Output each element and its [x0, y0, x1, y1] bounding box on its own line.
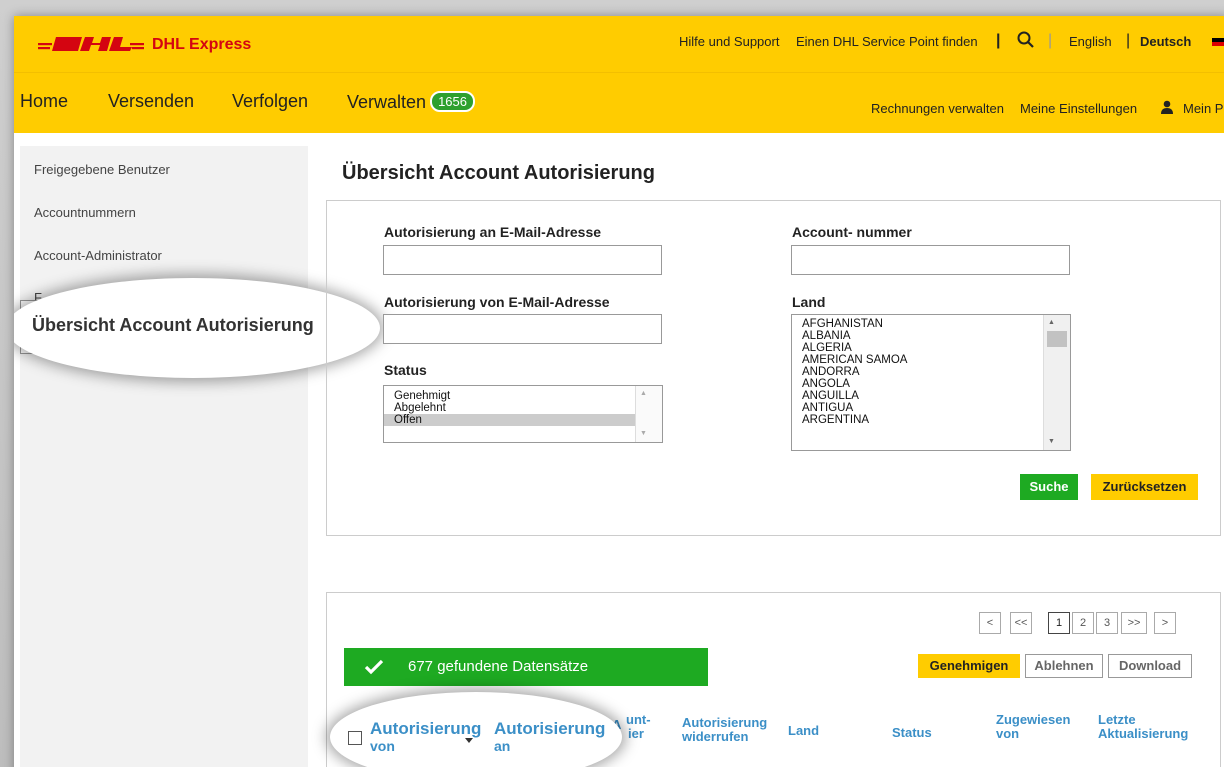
nav-mein-profil[interactable]: Mein P: [1183, 101, 1223, 116]
sidebar-item-freigegebene-benutzer[interactable]: Freigegebene Benutzer: [34, 162, 170, 177]
pagination-first[interactable]: <<: [1010, 612, 1032, 634]
brand-name: DHL Express: [152, 36, 252, 53]
scroll-down-arrow-icon: ▼: [640, 430, 647, 437]
nav-rechnungen[interactable]: Rechnungen verwalten: [871, 101, 1004, 116]
land-listbox[interactable]: AFGHANISTAN ALBANIA ALGERIA AMERICAN SAM…: [791, 314, 1071, 451]
screenshot-frame: DHL Express Hilfe und Support Einen DHL …: [0, 0, 1224, 767]
page-title: Übersicht Account Autorisierung: [342, 162, 655, 184]
column-zugewiesen-2[interactable]: von: [996, 727, 1019, 740]
user-icon[interactable]: [1160, 100, 1174, 114]
column-letzte-1[interactable]: Letzte: [1098, 713, 1136, 726]
column-zugewiesen-1[interactable]: Zugewiesen: [996, 713, 1070, 726]
nav-verwalten-label: Verwalten: [347, 92, 427, 112]
nav-home[interactable]: Home: [20, 91, 68, 112]
results-found-alert: 677 gefundene Datensätze: [344, 648, 708, 686]
land-scrollbar[interactable]: ▲ ▼: [1043, 315, 1070, 450]
pagination-page-1[interactable]: 1: [1048, 612, 1070, 634]
land-option[interactable]: ANGOLA: [792, 378, 1070, 390]
column-autorisierung-von-2[interactable]: von: [370, 738, 395, 755]
separator: |: [1126, 32, 1131, 49]
german-flag-icon: [1212, 38, 1224, 50]
email-von-input[interactable]: [383, 314, 662, 344]
nav-versenden[interactable]: Versenden: [108, 91, 194, 112]
service-point-link[interactable]: Einen DHL Service Point finden: [796, 34, 978, 49]
dhl-page: DHL Express Hilfe und Support Einen DHL …: [14, 16, 1224, 767]
status-label: Status: [384, 362, 427, 378]
scroll-down-arrow-icon: ▼: [1048, 438, 1055, 445]
pagination-next[interactable]: >: [1154, 612, 1176, 634]
separator: |: [1048, 32, 1053, 49]
sort-desc-icon[interactable]: [465, 738, 473, 744]
search-icon[interactable]: [1017, 31, 1035, 49]
column-autorisierung-von-1[interactable]: Autorisierung: [370, 720, 481, 737]
pagination-last[interactable]: >>: [1121, 612, 1147, 634]
top-utility-bar: DHL Express Hilfe und Support Einen DHL …: [14, 16, 1224, 72]
separator: |: [996, 32, 1001, 49]
land-option[interactable]: AMERICAN SAMOA: [792, 354, 1070, 366]
land-option[interactable]: ARGENTINA: [792, 414, 1070, 426]
status-scrollbar[interactable]: ▲ ▼: [635, 386, 662, 442]
pagination-page-3[interactable]: 3: [1096, 612, 1118, 634]
search-button[interactable]: Suche: [1020, 474, 1078, 500]
column-status[interactable]: Status: [892, 726, 932, 739]
column-accountnummer-2[interactable]: ier: [628, 727, 644, 740]
status-listbox[interactable]: Genehmigt Abgelehnt Offen ▲ ▼: [383, 385, 663, 443]
dhl-logo[interactable]: [38, 36, 144, 52]
land-option[interactable]: ALGERIA: [792, 342, 1070, 354]
column-land[interactable]: Land: [788, 724, 819, 737]
sidebar-item-accountnummern[interactable]: Accountnummern: [34, 205, 136, 220]
land-option[interactable]: ANDORRA: [792, 366, 1070, 378]
notification-badge: 1656: [430, 91, 475, 112]
download-button[interactable]: Download: [1108, 654, 1192, 678]
scroll-up-arrow-icon: ▲: [1048, 319, 1055, 326]
column-letzte-2[interactable]: Aktualisierung: [1098, 727, 1188, 740]
nav-verwalten[interactable]: Verwalten 1656: [347, 91, 475, 113]
land-option[interactable]: ANGUILLA: [792, 390, 1070, 402]
sidebar-item-uebersicht-account-autorisierung[interactable]: Übersicht Account Autorisierung: [32, 315, 314, 336]
main-navigation: Home Versenden Verfolgen Verwalten 1656 R…: [14, 72, 1224, 133]
column-widerrufen-1[interactable]: Autorisierung: [682, 716, 767, 729]
email-an-input[interactable]: [383, 245, 662, 275]
email-an-label: Autorisierung an E-Mail-Adresse: [384, 224, 602, 240]
sidebar: [20, 146, 308, 767]
land-label: Land: [792, 294, 826, 310]
checkmark-icon: [364, 659, 384, 675]
reject-button[interactable]: Ablehnen: [1025, 654, 1103, 678]
approve-button[interactable]: Genehmigen: [918, 654, 1020, 678]
language-deutsch[interactable]: Deutsch: [1140, 34, 1191, 49]
results-count: 677 gefundene Datensätze: [408, 658, 589, 675]
nav-verfolgen[interactable]: Verfolgen: [232, 91, 308, 112]
column-widerrufen-2[interactable]: widerrufen: [682, 730, 748, 743]
pagination-prev[interactable]: <: [979, 612, 1001, 634]
account-nummer-label: Account- nummer: [792, 224, 912, 240]
land-option[interactable]: AFGHANISTAN: [792, 318, 1070, 330]
status-option[interactable]: Abgelehnt: [384, 402, 662, 414]
pagination-page-2[interactable]: 2: [1072, 612, 1094, 634]
column-autorisierung-an-2[interactable]: an: [494, 738, 510, 755]
nav-einstellungen[interactable]: Meine Einstellungen: [1020, 101, 1137, 116]
status-option[interactable]: Genehmigt: [384, 390, 662, 402]
email-von-label: Autorisierung von E-Mail-Adresse: [384, 294, 610, 310]
reset-button[interactable]: Zurücksetzen: [1091, 474, 1198, 500]
column-autorisierung-an-1[interactable]: Autorisierung: [494, 720, 605, 737]
sidebar-item-account-administrator[interactable]: Account-Administrator: [34, 248, 162, 263]
account-nummer-input[interactable]: [791, 245, 1070, 275]
scroll-thumb[interactable]: [1047, 331, 1067, 347]
select-all-checkbox[interactable]: [348, 731, 362, 745]
land-option[interactable]: ANTIGUA: [792, 402, 1070, 414]
land-option[interactable]: ALBANIA: [792, 330, 1070, 342]
language-english[interactable]: English: [1069, 34, 1112, 49]
scroll-up-arrow-icon: ▲: [640, 390, 647, 397]
help-link[interactable]: Hilfe und Support: [679, 34, 779, 49]
status-option-selected[interactable]: Offen: [384, 414, 662, 426]
column-accountnummer-1[interactable]: unt-: [626, 713, 651, 726]
